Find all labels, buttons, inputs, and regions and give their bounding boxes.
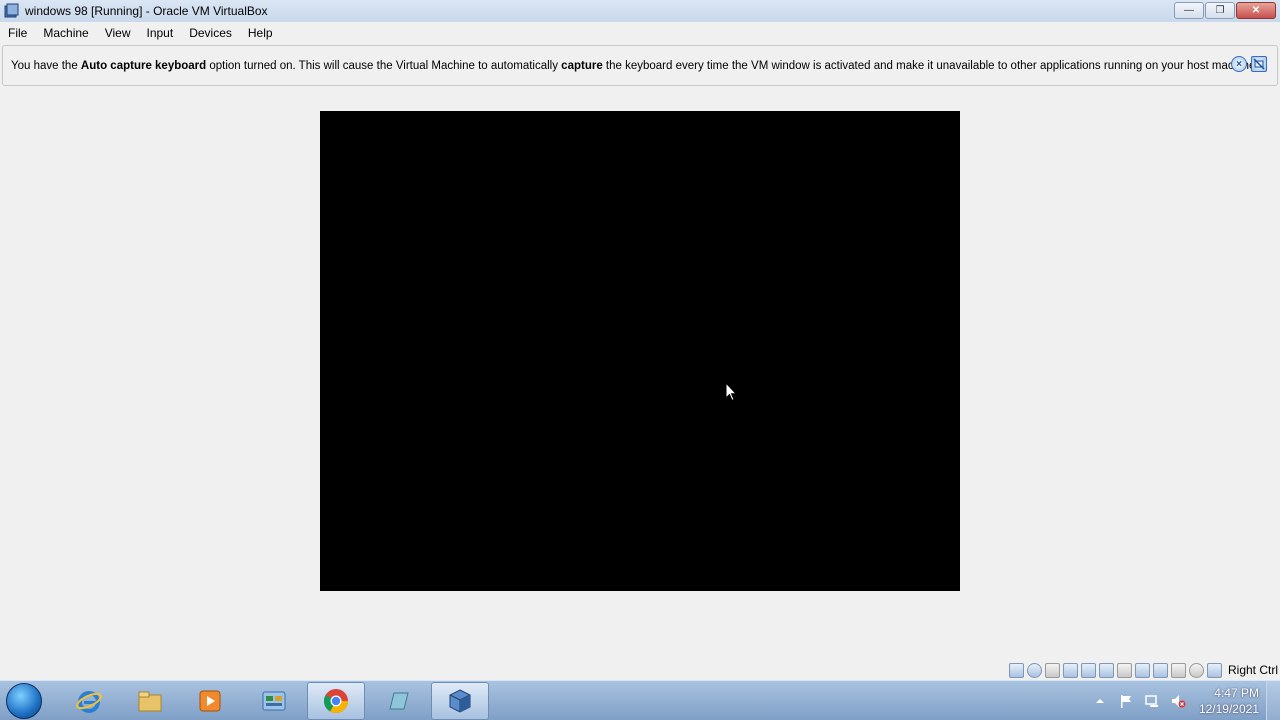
title-bar[interactable]: windows 98 [Running] - Oracle VM Virtual… <box>0 0 1280 22</box>
show-desktop-button[interactable] <box>1266 681 1280 720</box>
menu-view[interactable]: View <box>99 23 137 43</box>
clock-date: 12/19/2021 <box>1198 702 1259 716</box>
auto-capture-notification: You have the Auto capture keyboard optio… <box>2 45 1278 86</box>
minimize-button[interactable]: — <box>1174 2 1204 19</box>
hard-disk-icon[interactable] <box>1008 662 1024 678</box>
video-capture-icon[interactable] <box>1152 662 1168 678</box>
notification-bold-term: Auto capture keyboard <box>80 59 207 72</box>
folder-icon <box>138 691 162 712</box>
control-panel-icon <box>262 691 286 711</box>
internet-explorer-icon <box>76 691 102 713</box>
network-icon[interactable] <box>1080 662 1096 678</box>
notification-text-part: the keyboard every time the VM window is… <box>602 59 1259 72</box>
cpu-icon[interactable] <box>1170 662 1186 678</box>
mouse-integration-icon[interactable] <box>1188 662 1204 678</box>
floppy-drive-icon[interactable] <box>1044 662 1060 678</box>
menu-file[interactable]: File <box>2 23 33 43</box>
vm-display[interactable] <box>320 111 960 591</box>
usb-icon[interactable] <box>1098 662 1114 678</box>
system-tray: 4:47 PM 12/19/2021 <box>1087 681 1280 720</box>
taskbar-control-panel[interactable] <box>245 682 303 720</box>
restore-button[interactable]: ❐ <box>1205 2 1235 19</box>
host-key-arrow-icon[interactable] <box>1206 662 1222 678</box>
chrome-icon <box>324 689 348 714</box>
notification-text-part: option turned on. This will cause the Vi… <box>206 59 562 72</box>
host-key-label: Right Ctrl <box>1227 663 1278 677</box>
menu-input[interactable]: Input <box>141 23 180 43</box>
notification-bold-term: capture <box>561 59 603 72</box>
network-tray-icon[interactable] <box>1144 693 1160 709</box>
taskbar-file-explorer[interactable] <box>121 682 179 720</box>
optical-drive-icon[interactable] <box>1026 662 1042 678</box>
media-player-icon <box>199 690 221 712</box>
menu-bar: File Machine View Input Devices Help <box>0 22 1280 43</box>
menu-devices[interactable]: Devices <box>183 23 238 43</box>
restore-icon: ❐ <box>1215 5 1225 16</box>
notification-close-icon[interactable]: × <box>1231 56 1247 72</box>
minimize-icon: — <box>1184 5 1194 16</box>
window-title: windows 98 [Running] - Oracle VM Virtual… <box>25 4 268 18</box>
action-center-flag-icon[interactable] <box>1118 693 1134 709</box>
notification-text-part: You have the <box>11 59 81 72</box>
taskbar-media-player[interactable] <box>181 682 239 720</box>
virtualbox-app-icon[interactable] <box>3 3 19 19</box>
start-button[interactable] <box>6 683 42 719</box>
taskbar-internet-explorer[interactable] <box>60 682 118 720</box>
taskbar-clock[interactable]: 4:47 PM 12/19/2021 <box>1199 685 1259 717</box>
mouse-pointer-icon <box>725 382 737 402</box>
menu-help[interactable]: Help <box>242 23 279 43</box>
close-button[interactable]: ✕ <box>1236 2 1276 19</box>
windows-taskbar: 4:47 PM 12/19/2021 <box>0 680 1280 720</box>
audio-icon[interactable] <box>1062 662 1078 678</box>
notification-do-not-show-icon[interactable] <box>1251 56 1267 72</box>
notification-text: You have the Auto capture keyboard optio… <box>11 60 1259 72</box>
notepad-icon <box>389 692 409 710</box>
close-icon: ✕ <box>1251 5 1261 16</box>
vm-status-bar: Right Ctrl <box>1008 660 1280 680</box>
menu-machine[interactable]: Machine <box>37 23 94 43</box>
taskbar-notepad[interactable] <box>369 682 427 720</box>
clock-time: 4:47 PM <box>1214 686 1259 700</box>
shared-folders-icon[interactable] <box>1116 662 1132 678</box>
taskbar-virtualbox[interactable] <box>431 682 489 720</box>
show-hidden-icons-icon[interactable] <box>1092 693 1108 709</box>
taskbar-chrome[interactable] <box>307 682 365 720</box>
virtualbox-icon <box>449 689 471 713</box>
volume-muted-icon[interactable] <box>1170 693 1186 709</box>
display-icon[interactable] <box>1134 662 1150 678</box>
